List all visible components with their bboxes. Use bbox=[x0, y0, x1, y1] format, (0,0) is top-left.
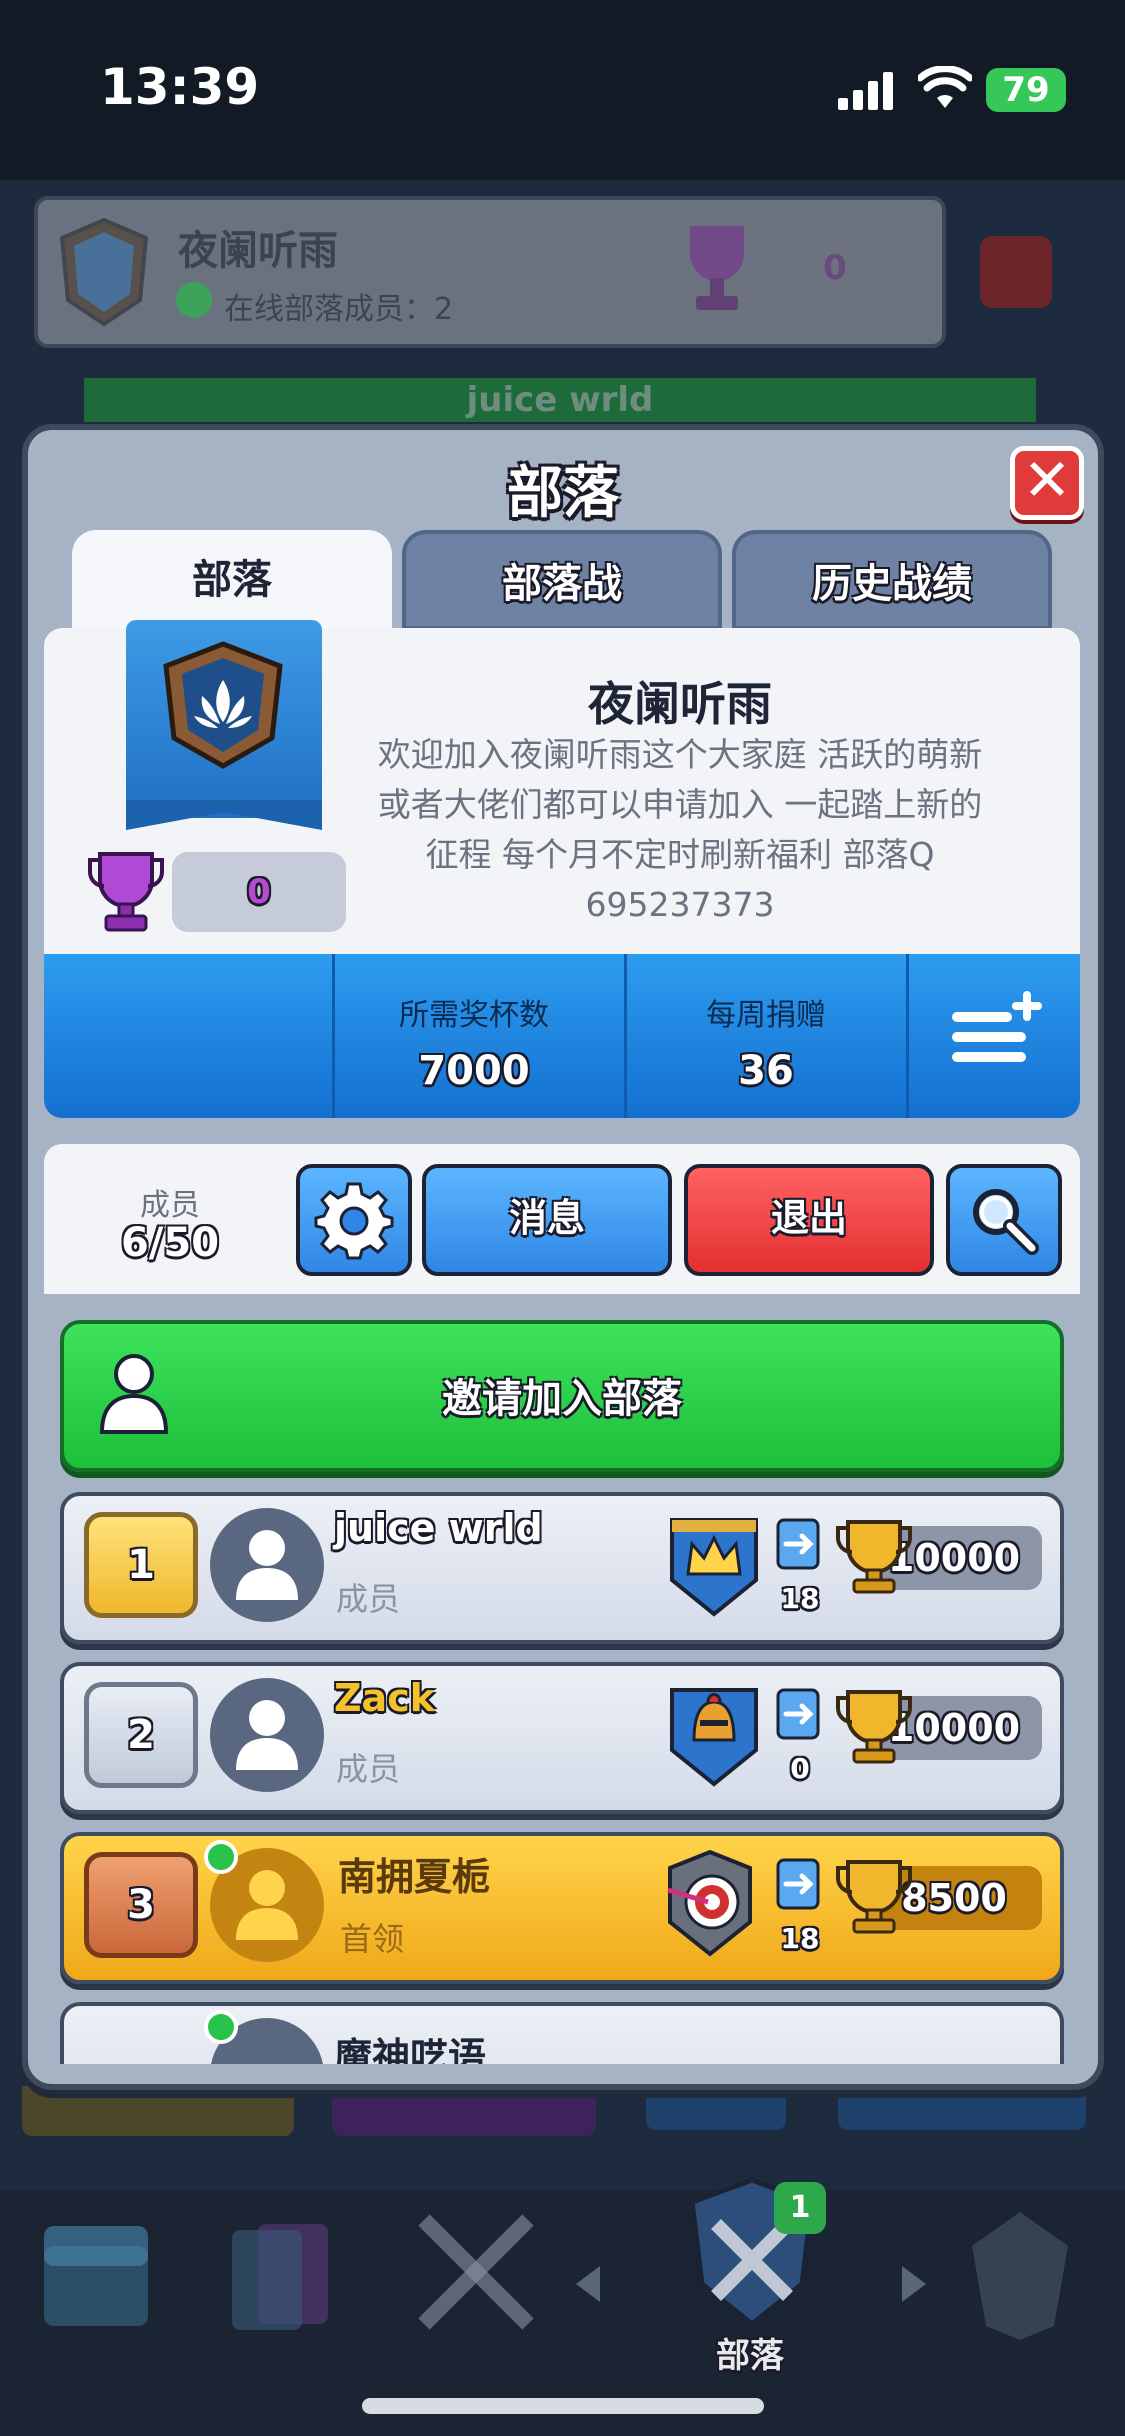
members-label: 成员 bbox=[140, 1188, 200, 1223]
settings-button[interactable] bbox=[296, 1164, 412, 1276]
member-list[interactable]: 1 juice wrld 成员 18 10000 2 Zack 成员 0 100… bbox=[0, 1486, 1125, 2064]
leave-clan-button[interactable]: 退出 bbox=[684, 1164, 934, 1276]
donation-count: 18 bbox=[780, 1922, 820, 1955]
search-icon bbox=[973, 1189, 1039, 1255]
member-name: Zack bbox=[334, 1676, 435, 1720]
weekly-donations-label: 每周捐赠 bbox=[706, 998, 826, 1033]
online-indicator bbox=[204, 2010, 238, 2044]
tab-clan[interactable]: 部落 bbox=[72, 530, 392, 630]
online-indicator bbox=[204, 1840, 238, 1874]
sort-list-icon[interactable] bbox=[948, 990, 1048, 1070]
status-time: 13:39 bbox=[100, 58, 260, 116]
background-tile bbox=[646, 2086, 786, 2130]
lotus-clan-badge-icon bbox=[163, 641, 283, 769]
search-button[interactable] bbox=[946, 1164, 1062, 1276]
battle-swords-icon[interactable] bbox=[404, 2210, 548, 2340]
background-tile bbox=[332, 2086, 596, 2136]
required-trophies-value: 7000 bbox=[418, 1048, 530, 1094]
donation-icon bbox=[776, 1688, 820, 1740]
invite-label: 邀请加入部落 bbox=[442, 1376, 682, 1422]
chevron-right-icon[interactable] bbox=[896, 2262, 932, 2306]
nav-clan-label: 部落 bbox=[716, 2336, 784, 2376]
arena-crown-icon bbox=[670, 1518, 758, 1617]
background-trophy-count: 0 bbox=[823, 248, 847, 288]
avatar bbox=[210, 1508, 324, 1622]
donation-count: 0 bbox=[790, 1752, 810, 1785]
trophy-icon bbox=[88, 852, 164, 932]
arena-target-icon bbox=[667, 1849, 752, 1957]
donation-icon bbox=[776, 1518, 820, 1570]
wifi-icon bbox=[918, 66, 972, 108]
trophy-icon bbox=[836, 1520, 912, 1594]
clan-name: 夜阑听雨 bbox=[588, 677, 772, 731]
members-count: 6/50 bbox=[120, 1220, 220, 1266]
cards-icon[interactable] bbox=[218, 2210, 348, 2340]
background-clan-badge-icon bbox=[59, 218, 149, 326]
home-indicator[interactable] bbox=[362, 2398, 764, 2414]
tab-clan-war[interactable]: 部落战 bbox=[402, 530, 722, 630]
member-role: 成员 bbox=[336, 1580, 401, 1618]
donation-icon bbox=[776, 1858, 820, 1910]
background-trophy-icon bbox=[690, 226, 744, 310]
messages-button[interactable]: 消息 bbox=[422, 1164, 672, 1276]
member-name: 南拥夏栀 bbox=[338, 1855, 491, 1899]
background-tile bbox=[838, 2086, 1086, 2130]
stat-divider bbox=[906, 954, 909, 1118]
clan-description: 欢迎加入夜阑听雨这个大家庭 活跃的萌新或者大佬们都可以申请加入 一起踏上新的征程… bbox=[377, 735, 983, 924]
trophy-icon bbox=[836, 1860, 912, 1934]
person-icon bbox=[236, 1700, 298, 1770]
avatar bbox=[210, 1678, 324, 1792]
cellular-signal-icon bbox=[838, 72, 893, 110]
background-clan-name: 夜阑听雨 bbox=[178, 228, 338, 274]
member-role: 首领 bbox=[340, 1920, 405, 1958]
weekly-donations-value: 36 bbox=[738, 1048, 794, 1094]
background-online-indicator bbox=[176, 282, 212, 318]
background-tile bbox=[22, 2086, 294, 2136]
member-name: 魔神呓语 bbox=[334, 2035, 487, 2064]
clan-trophy-count: 0 bbox=[172, 852, 346, 932]
chevron-left-icon[interactable] bbox=[570, 2262, 606, 2306]
member-role: 成员 bbox=[336, 1750, 401, 1788]
gear-icon bbox=[314, 1182, 394, 1260]
donation-count: 18 bbox=[780, 1582, 820, 1615]
member-rank: 2 bbox=[84, 1682, 198, 1788]
close-button[interactable]: ✕ bbox=[1010, 446, 1084, 520]
shop-chest-icon[interactable] bbox=[34, 2206, 158, 2336]
member-name: juice wrld bbox=[334, 1506, 543, 1550]
arena-knight-icon bbox=[670, 1688, 758, 1787]
background-close-button bbox=[980, 236, 1052, 308]
background-banner-text: juice wrld bbox=[466, 380, 654, 420]
person-icon bbox=[236, 1530, 298, 1600]
member-rank: 3 bbox=[84, 1852, 198, 1958]
modal-title: 部落 bbox=[507, 461, 619, 526]
clan-notification-badge: 1 bbox=[774, 2182, 826, 2234]
tab-history[interactable]: 历史战绩 bbox=[732, 530, 1052, 630]
background-online-members: 在线部落成员：2 bbox=[224, 292, 454, 327]
events-icon[interactable] bbox=[958, 2206, 1082, 2346]
member-rank: 1 bbox=[84, 1512, 198, 1618]
trophy-icon bbox=[836, 1690, 912, 1764]
battery-indicator: 79 bbox=[986, 68, 1066, 112]
required-trophies-label: 所需奖杯数 bbox=[399, 998, 549, 1033]
